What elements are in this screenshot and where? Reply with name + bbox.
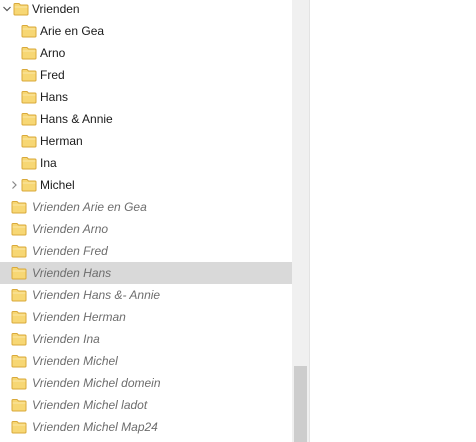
folder-label: Hans	[40, 90, 69, 104]
folder-icon	[11, 332, 27, 346]
tree-item-sibling[interactable]: Vrienden Michel	[0, 350, 292, 372]
tree-item-sibling[interactable]: Vrienden Michel Map24	[0, 416, 292, 438]
content-pane	[310, 0, 476, 442]
folder-label: Vrienden Arie en Gea	[32, 200, 147, 214]
tree-item-sibling[interactable]: Vrienden Herman	[0, 306, 292, 328]
chevron-down-icon[interactable]	[2, 4, 12, 14]
tree-item-child[interactable]: Michel	[0, 174, 292, 196]
folder-label: Vrienden Michel ladot	[32, 398, 148, 412]
folder-icon	[11, 222, 27, 236]
tree-item-vrienden[interactable]: Vrienden	[0, 0, 292, 20]
tree-item-child[interactable]: Fred	[0, 64, 292, 86]
tree-item-sibling[interactable]: Vrienden Arie en Gea	[0, 196, 292, 218]
tree-item-child[interactable]: Arie en Gea	[0, 20, 292, 42]
folder-icon	[21, 112, 37, 126]
folder-icon	[21, 90, 37, 104]
folder-icon	[13, 2, 29, 16]
folder-icon	[11, 354, 27, 368]
folder-icon	[11, 310, 27, 324]
tree-item-child[interactable]: Herman	[0, 130, 292, 152]
tree-item-sibling[interactable]: Vrienden Michel ladot	[0, 394, 292, 416]
folder-icon	[11, 420, 27, 434]
folder-icon	[21, 134, 37, 148]
folder-icon	[11, 200, 27, 214]
folder-label: Arie en Gea	[40, 24, 105, 38]
folder-icon	[21, 156, 37, 170]
folder-icon	[21, 24, 37, 38]
folder-label: Vrienden Herman	[32, 310, 126, 324]
tree-item-sibling[interactable]: Vrienden Arno	[0, 218, 292, 240]
folder-icon	[21, 46, 37, 60]
tree-item-child[interactable]: Arno	[0, 42, 292, 64]
folder-icon	[11, 398, 27, 412]
folder-label: Vrienden Ina	[32, 332, 100, 346]
folder-label: Michel	[40, 178, 75, 192]
folder-icon	[21, 178, 37, 192]
tree-item-child[interactable]: Ina	[0, 152, 292, 174]
folder-label: Vrienden Michel Map24	[32, 420, 158, 434]
folder-label: Vrienden Hans	[32, 266, 112, 280]
tree-item-sibling[interactable]: Vrienden Ina	[0, 328, 292, 350]
chevron-right-icon[interactable]	[9, 180, 19, 190]
folder-tree: Vrienden Arie en Gea Arno Fred Hans Hans & An…	[0, 0, 292, 442]
folder-icon	[11, 244, 27, 258]
folder-label: Ina	[40, 156, 57, 170]
folder-label: Vrienden Arno	[32, 222, 109, 236]
folder-label: Herman	[40, 134, 83, 148]
folder-label: Arno	[40, 46, 66, 60]
tree-item-sibling[interactable]: Vrienden Hans	[0, 262, 292, 284]
folder-label: Vrienden Michel	[32, 354, 118, 368]
folder-label: Vrienden Michel domein	[32, 376, 161, 390]
folder-icon	[11, 288, 27, 302]
folder-icon	[11, 266, 27, 280]
folder-label: Fred	[40, 68, 65, 82]
folder-label: Hans & Annie	[40, 112, 113, 126]
folder-label: Vrienden	[32, 2, 80, 16]
folder-icon	[21, 68, 37, 82]
vertical-scrollbar-thumb[interactable]	[294, 366, 307, 442]
tree-item-sibling[interactable]: Vrienden Fred	[0, 240, 292, 262]
folder-label: Vrienden Fred	[32, 244, 108, 258]
folder-label: Vrienden Hans &- Annie	[32, 288, 161, 302]
folder-icon	[11, 376, 27, 390]
tree-item-child[interactable]: Hans	[0, 86, 292, 108]
tree-item-child[interactable]: Hans & Annie	[0, 108, 292, 130]
tree-item-sibling[interactable]: Vrienden Michel domein	[0, 372, 292, 394]
tree-item-sibling[interactable]: Vrienden Hans &- Annie	[0, 284, 292, 306]
